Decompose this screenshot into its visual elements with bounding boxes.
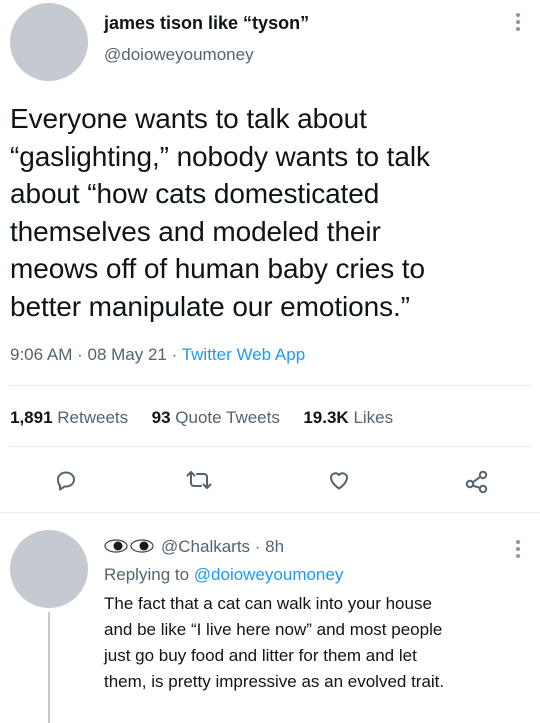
reply-author-avatar[interactable] [10,530,88,608]
reply-more-options-icon[interactable] [516,540,520,561]
tweet-text-line: Everyone wants to talk about [10,103,367,134]
divider [10,385,530,386]
tweet-text-line: meows off of human baby cries to [10,253,425,284]
replying-to-mention[interactable]: @doioweyoumoney [194,565,344,584]
tweet-text: Everyone wants to talk about “gaslightin… [10,100,430,325]
tweet-meta: 9:06 AM · 08 May 21 · Twitter Web App [10,345,305,365]
like-button[interactable] [327,468,351,497]
thread-line [48,612,50,723]
retweet-icon [186,471,212,489]
more-options-icon[interactable] [516,13,520,34]
likes-stat[interactable]: 19.3K Likes [303,408,393,427]
tweet-stats: 1,891 Retweets 93 Quote Tweets 19.3K Lik… [10,408,393,428]
tweet-text-line: “gaslighting,” nobody wants to talk [10,140,430,172]
tweet-source-app[interactable]: Twitter Web App [182,345,305,364]
tweet-text-line: themselves and modeled their [10,215,381,247]
reply-text-line: just go buy food and litter for them and… [104,646,417,665]
author-handle[interactable]: @doioweyoumoney [104,45,254,65]
reply-icon [57,471,75,491]
quote-count: 93 [151,408,171,427]
reply-text: The fact that a cat can walk into your h… [104,591,444,695]
author-avatar[interactable] [10,3,88,81]
reply-text-line: them, is pretty impressive as an evolved… [104,672,445,691]
reply-text-line: The fact that a cat can walk into your h… [104,594,432,613]
share-button[interactable] [464,468,490,499]
quote-label: Quote Tweets [175,408,280,427]
separator: · [166,345,182,364]
tweet-time[interactable]: 9:06 AM [10,345,72,364]
likes-count: 19.3K [303,408,349,427]
retweets-label: Retweets [57,408,129,427]
replying-prefix: Replying to [104,565,194,584]
reply-button[interactable] [54,468,78,497]
separator: · [72,345,88,364]
likes-label: Likes [353,408,394,427]
tweet-text-line: better manipulate our emotions.” [10,290,410,322]
reply-age[interactable]: · 8h [250,537,284,556]
tweet-date[interactable]: 08 May 21 [87,345,166,364]
share-icon [465,470,488,494]
retweets-count: 1,891 [10,408,53,427]
retweet-button[interactable] [186,468,212,497]
retweets-stat[interactable]: 1,891 Retweets [10,408,128,427]
reply-text-line: and be like “I live here now” and most p… [104,620,443,639]
reply-author[interactable]: @Chalkarts · 8h [104,537,284,558]
quote-tweets-stat[interactable]: 93 Quote Tweets [152,408,280,427]
eyes-emoji-icon [104,538,156,558]
divider [0,512,540,513]
author-name[interactable]: james tison like “tyson” [104,13,309,34]
reply-author-handle[interactable]: @Chalkarts [161,537,250,556]
tweet-text-line: about “how cats domesticated [10,178,380,209]
replying-to: Replying to @doioweyoumoney [104,565,343,585]
divider [10,446,530,447]
like-icon [330,472,348,490]
